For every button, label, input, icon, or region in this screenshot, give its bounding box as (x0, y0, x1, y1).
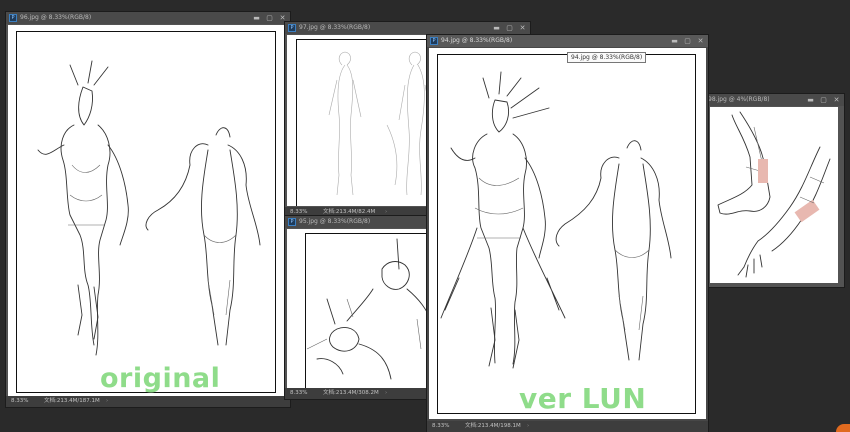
window-title: 95.jpg @ 8.33%(RGB/8) (299, 218, 371, 225)
title-bar[interactable]: P 96.jpg @ 8.33%(RGB/8) ▬ ▢ ✕ (6, 12, 290, 24)
photoshop-doc-icon: P (9, 14, 17, 22)
image-canvas[interactable]: original (8, 25, 288, 396)
restore-icon[interactable]: ▢ (684, 37, 691, 45)
window-title: 97.jpg @ 8.33%(RGB/8) (299, 24, 371, 31)
close-icon[interactable]: ✕ (519, 24, 526, 32)
zoom-level[interactable]: 8.33% (290, 388, 307, 399)
character-sketch (306, 238, 434, 380)
close-icon[interactable]: ✕ (833, 96, 840, 104)
zoom-level[interactable]: 8.33% (11, 396, 28, 407)
window-title: 98.jpg @ 4%(RGB/8) (708, 96, 770, 103)
image-canvas[interactable] (287, 229, 438, 388)
status-bar: 8.33% 文档:213.4M/308.2M › (285, 388, 440, 399)
taskbar-corner-marker (836, 424, 850, 432)
photoshop-doc-icon: P (288, 218, 296, 226)
restore-icon[interactable]: ▢ (820, 96, 827, 104)
caption-ver-lun: ver LUN (519, 382, 647, 415)
arm-sketch (717, 111, 831, 278)
image-canvas[interactable]: ver LUN (429, 48, 706, 419)
character-sketch (440, 71, 672, 369)
title-bar[interactable]: P 97.jpg @ 8.33%(RGB/8) ▬ ▢ ✕ (285, 22, 530, 34)
zoom-level[interactable]: 8.33% (432, 421, 449, 432)
minimize-icon[interactable]: ▬ (253, 14, 260, 22)
status-bar: 8.33% 文档:213.4M/187.1M › (6, 396, 290, 407)
restore-icon[interactable]: ▢ (506, 24, 513, 32)
document-window-94[interactable]: P 94.jpg @ 8.33%(RGB/8) ▬ ▢ ✕ ver LUN 94… (427, 35, 708, 432)
document-window-98[interactable]: 98.jpg @ 4%(RGB/8) ▬ ▢ ✕ (704, 94, 844, 287)
restore-icon[interactable]: ▢ (266, 14, 273, 22)
status-arrow-icon[interactable]: › (106, 396, 108, 407)
close-icon[interactable]: ✕ (697, 37, 704, 45)
document-window-96[interactable]: P 96.jpg @ 8.33%(RGB/8) ▬ ▢ ✕ original 8… (6, 12, 290, 407)
close-icon[interactable]: ✕ (279, 14, 286, 22)
doc-size: 文档:213.4M/198.1M (465, 423, 521, 429)
window-title: 94.jpg @ 8.33%(RGB/8) (441, 37, 513, 44)
document-window-95[interactable]: P 95.jpg @ 8.33%(RGB/8) 8.33% 文档:213.4M/… (285, 216, 440, 399)
status-arrow-icon[interactable]: › (527, 421, 529, 432)
window-title: 96.jpg @ 8.33%(RGB/8) (20, 14, 92, 21)
title-bar[interactable]: 98.jpg @ 4%(RGB/8) ▬ ▢ ✕ (704, 94, 844, 106)
minimize-icon[interactable]: ▬ (807, 96, 814, 104)
title-bar[interactable]: P 95.jpg @ 8.33%(RGB/8) (285, 216, 440, 228)
window-title-tooltip: 94.jpg @ 8.33%(RGB/8) (567, 52, 647, 63)
photoshop-doc-icon: P (430, 37, 438, 45)
character-sketch (37, 60, 261, 356)
doc-size: 文档:213.4M/308.2M (323, 390, 379, 396)
image-canvas[interactable] (710, 107, 838, 283)
status-bar: 8.33% 文档:213.4M/198.1M › (427, 421, 708, 432)
photoshop-doc-icon: P (288, 24, 296, 32)
minimize-icon[interactable]: ▬ (493, 24, 500, 32)
status-arrow-icon[interactable]: › (385, 388, 387, 399)
caption-original: original (100, 363, 221, 394)
title-bar[interactable]: P 94.jpg @ 8.33%(RGB/8) ▬ ▢ ✕ (427, 35, 708, 47)
doc-size: 文档:213.4M/187.1M (44, 398, 100, 404)
minimize-icon[interactable]: ▬ (671, 37, 678, 45)
